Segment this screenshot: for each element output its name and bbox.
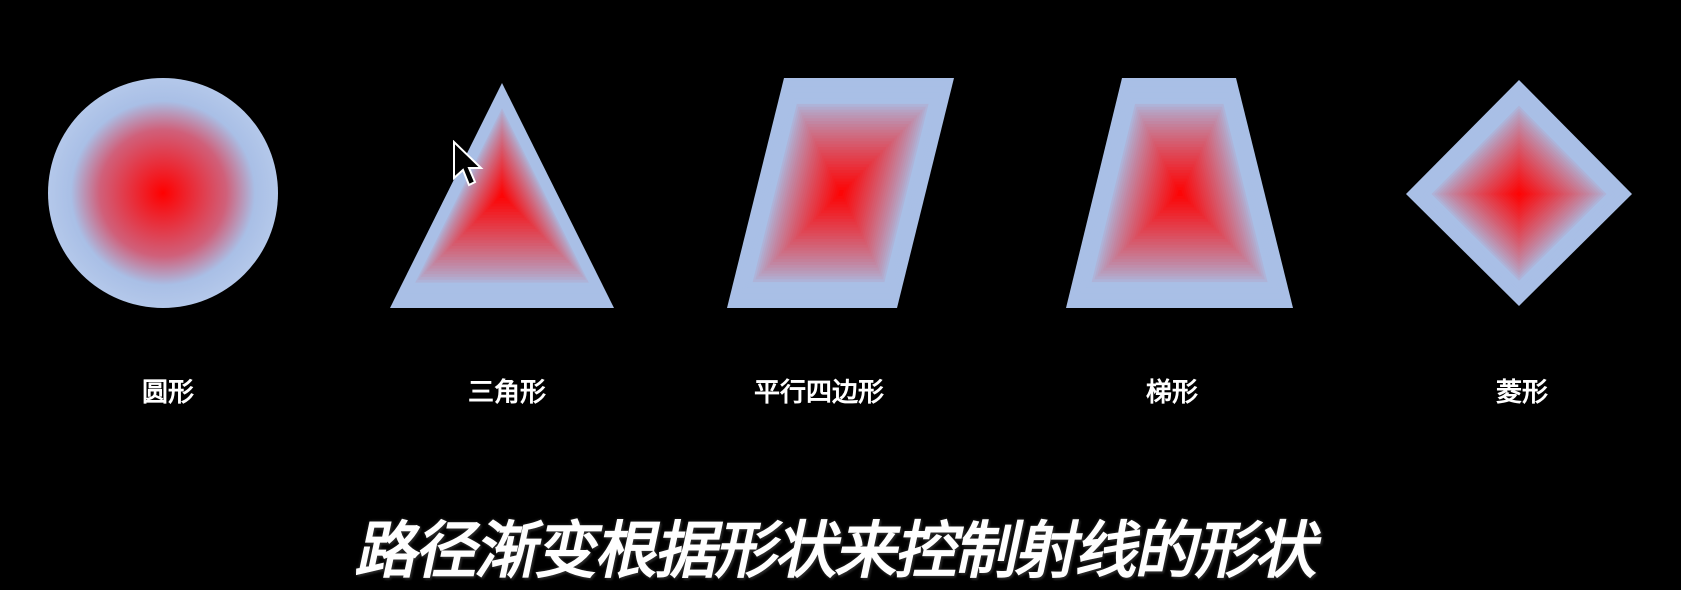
label-circle: 圆形 — [141, 378, 195, 408]
subtitle-caption: 路径渐变根据形状来控制射线的形状 — [351, 514, 1327, 587]
triangle-shape — [390, 83, 614, 308]
rhombus-shape — [1406, 80, 1632, 306]
label-parallelogram: 平行四边形 — [753, 378, 885, 408]
trapezoid-shape — [1066, 78, 1293, 308]
label-triangle: 三角形 — [467, 378, 547, 408]
label-rhombus: 菱形 — [1495, 378, 1549, 408]
mouse-cursor-icon — [453, 140, 484, 187]
circle-shape — [48, 78, 278, 308]
label-trapezoid: 梯形 — [1145, 378, 1199, 408]
parallelogram-shape — [727, 78, 954, 308]
